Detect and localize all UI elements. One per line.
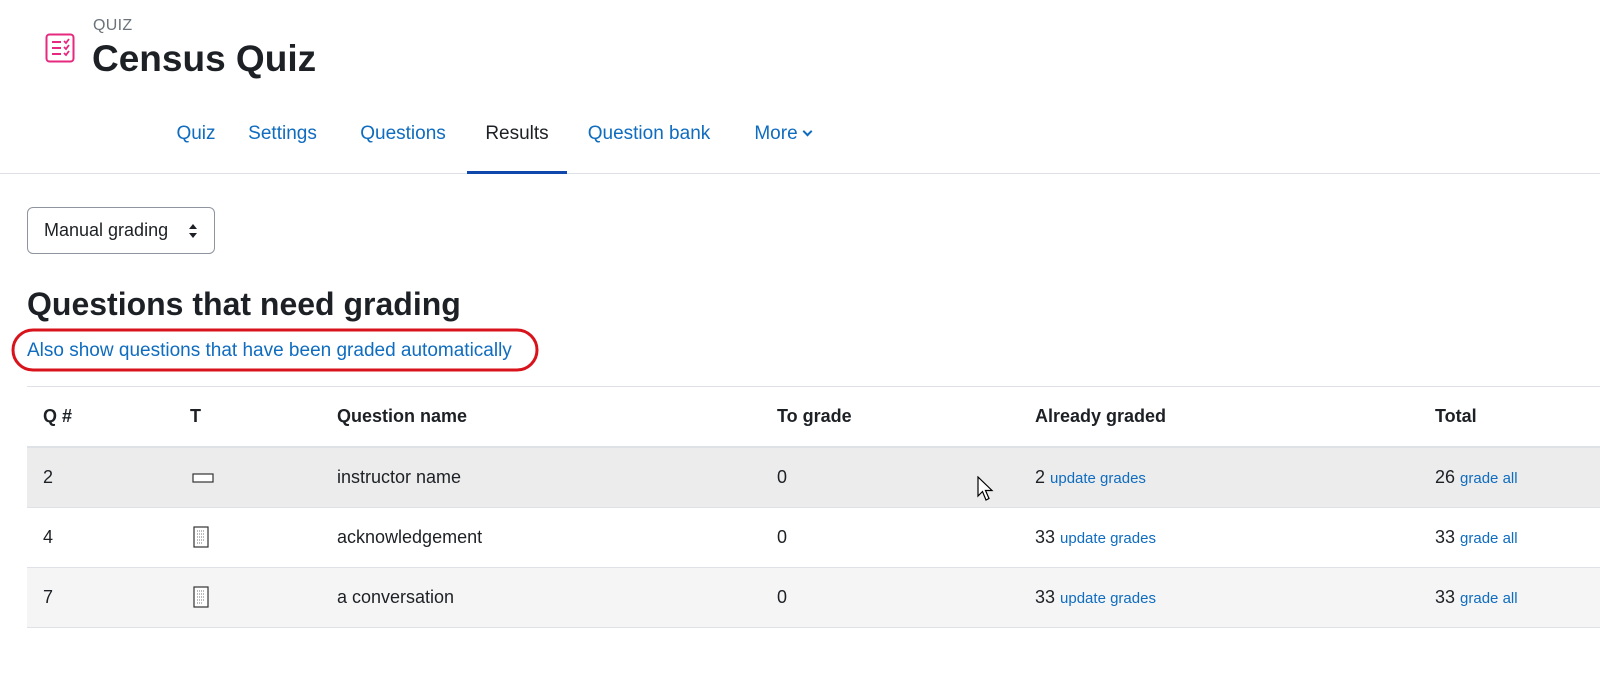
grading-report-select[interactable]: Manual grading: [27, 207, 215, 254]
sort-arrows-icon: [189, 224, 197, 238]
column-header-to-grade: To grade: [761, 387, 1019, 448]
tab-more[interactable]: More: [745, 110, 820, 174]
tab-label: Question bank: [587, 123, 711, 144]
total-count: 33: [1435, 586, 1456, 607]
cell-type: [174, 447, 321, 508]
activity-type-label: QUIZ: [93, 17, 133, 34]
cell-already-graded: 2 update grades: [1019, 447, 1419, 508]
grade-all-link[interactable]: grade all: [1460, 590, 1518, 607]
cell-total: 33 grade all: [1419, 507, 1600, 568]
chevron-down-icon: [802, 126, 813, 137]
cell-to-grade: 0: [761, 507, 1019, 568]
total-count: 33: [1435, 526, 1456, 547]
cell-question-name: acknowledgement: [321, 507, 761, 568]
already-graded-count: 33: [1035, 586, 1056, 607]
tab-label: Settings: [248, 123, 317, 144]
short-answer-icon: [192, 473, 214, 483]
table-header-row: Q # T Question name To grade Already gra…: [27, 387, 1600, 448]
cell-to-grade: 0: [761, 567, 1019, 628]
grading-table: Q # T Question name To grade Already gra…: [27, 387, 1600, 628]
cell-question-name: instructor name: [321, 447, 761, 508]
column-header-already-graded: Already graded: [1019, 387, 1419, 448]
show-auto-graded-link[interactable]: Also show questions that have been grade…: [27, 340, 512, 362]
table-row: 7 a conversation 0 33 update grades 33 gra…: [27, 567, 1600, 628]
cell-qnum: 2: [27, 447, 174, 508]
page-header: QUIZ Census Quiz: [0, 0, 1600, 100]
tab-label: Results: [485, 123, 549, 144]
essay-icon: [193, 586, 209, 608]
select-value: Manual grading: [44, 220, 169, 240]
total-count: 26: [1435, 466, 1456, 487]
update-grades-link[interactable]: update grades: [1060, 530, 1156, 547]
tab-results[interactable]: Results: [467, 110, 567, 174]
column-header-type: T: [174, 387, 321, 448]
table-row: 2 instructor name 0 2 update grades 26 gra…: [27, 447, 1600, 508]
cell-type: [174, 507, 321, 568]
tab-label: More: [754, 123, 798, 144]
grading-table-wrapper: Q # T Question name To grade Already gra…: [27, 386, 1600, 628]
cell-type: [174, 567, 321, 628]
mouse-pointer-icon: [977, 476, 994, 501]
secondary-navigation: Quiz Settings Questions Results Question…: [0, 110, 1600, 174]
tab-settings[interactable]: Settings: [240, 110, 325, 174]
grade-all-link[interactable]: grade all: [1460, 530, 1518, 547]
update-grades-link[interactable]: update grades: [1050, 470, 1146, 487]
cell-total: 26 grade all: [1419, 447, 1600, 508]
quiz-icon: [45, 33, 75, 63]
section-heading: Questions that need grading: [27, 286, 461, 322]
tab-question-bank[interactable]: Question bank: [581, 110, 717, 174]
already-graded-count: 2: [1035, 466, 1046, 487]
cell-qnum: 4: [27, 507, 174, 568]
already-graded-count: 33: [1035, 526, 1056, 547]
grade-all-link[interactable]: grade all: [1460, 470, 1518, 487]
update-grades-link[interactable]: update grades: [1060, 590, 1156, 607]
tab-label: Questions: [360, 123, 446, 144]
cell-already-graded: 33 update grades: [1019, 567, 1419, 628]
column-header-qnum: Q #: [27, 387, 174, 448]
table-row: 4 acknowledgement 0 33 update grades 33 gr…: [27, 507, 1600, 568]
essay-icon: [193, 526, 209, 548]
cell-already-graded: 33 update grades: [1019, 507, 1419, 568]
tab-quiz[interactable]: Quiz: [160, 110, 232, 174]
page-title: Census Quiz: [92, 38, 317, 79]
tab-label: Quiz: [176, 123, 216, 144]
tab-questions[interactable]: Questions: [348, 110, 458, 174]
cell-qnum: 7: [27, 567, 174, 628]
cell-question-name: a conversation: [321, 567, 761, 628]
column-header-total: Total: [1419, 387, 1600, 448]
column-header-question-name: Question name: [321, 387, 761, 448]
cell-total: 33 grade all: [1419, 567, 1600, 628]
